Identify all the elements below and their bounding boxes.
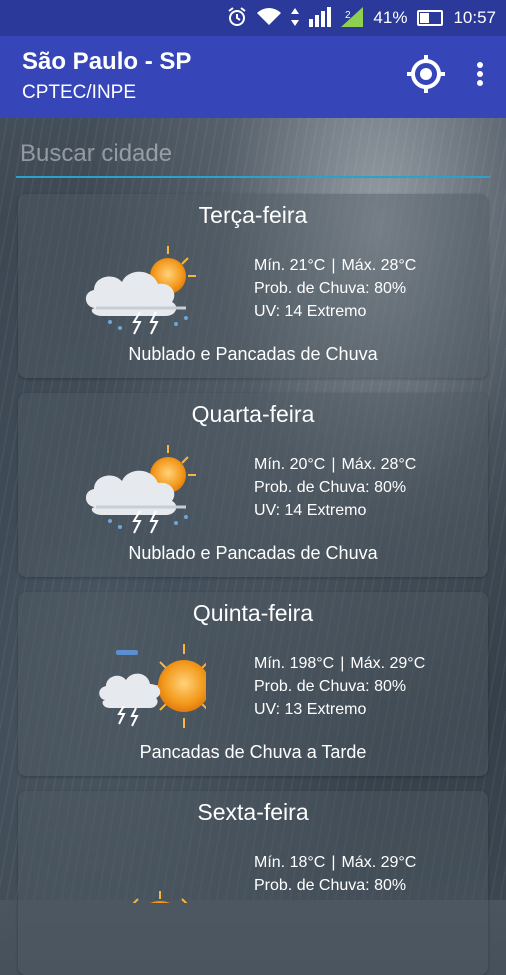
day-name: Terça-feira	[198, 202, 308, 228]
app-bar-actions	[406, 54, 484, 94]
forecast-info: Mín. 18°C | Máx. 29°C Prob. de Chuva: 80%	[254, 851, 416, 897]
signal-2g-icon: 2	[341, 6, 364, 30]
temp-separator: |	[340, 655, 345, 672]
forecast-info: Mín. 20°C | Máx. 28°C Prob. de Chuva: 80% …	[254, 453, 416, 522]
search-input[interactable]	[16, 132, 490, 178]
more-vert-icon[interactable]	[476, 61, 484, 87]
rain-probability: Prob. de Chuva: 80%	[254, 877, 407, 894]
temp-min: Mín. 21°C	[254, 257, 326, 274]
temp-range: Mín. 21°C | Máx. 28°C	[254, 254, 416, 277]
alarm-icon	[227, 6, 247, 30]
locate-icon[interactable]	[406, 54, 446, 94]
temp-min: Mín. 18°C	[254, 854, 326, 871]
app-bar: São Paulo - SP CPTEC/INPE	[0, 36, 506, 118]
signal-icon	[309, 6, 332, 30]
forecast-card[interactable]: Quarta-feira Mín. 20°C | Máx. 28°C Prob. d…	[18, 393, 488, 577]
day-name: Sexta-feira	[197, 799, 309, 825]
forecast-info: Mín. 21°C | Máx. 28°C Prob. de Chuva: 80% …	[254, 254, 416, 323]
sun-clouds-icon	[76, 843, 226, 953]
temp-separator: |	[331, 854, 336, 871]
temp-max: Máx. 28°C	[341, 257, 417, 274]
clock: 10:57	[453, 8, 496, 27]
wifi-icon	[257, 7, 282, 29]
temp-range: Mín. 198°C | Máx. 29°C	[254, 652, 425, 675]
uv-index: UV: 14 Extremo	[254, 303, 367, 320]
forecast-info: Mín. 198°C | Máx. 29°C Prob. de Chuva: 80%…	[254, 652, 425, 721]
temp-max: Máx. 29°C	[350, 655, 426, 672]
temp-range: Mín. 20°C | Máx. 28°C	[254, 453, 416, 476]
rain-probability: Prob. de Chuva: 80%	[254, 479, 407, 496]
battery-icon	[417, 10, 444, 26]
temp-max: Máx. 29°C	[341, 854, 417, 871]
svg-text:2: 2	[345, 10, 351, 21]
data-arrows-icon	[291, 7, 300, 29]
temp-separator: |	[331, 257, 336, 274]
temp-min: Mín. 198°C	[254, 655, 335, 672]
status-bar: 2 41% 10:57	[0, 0, 506, 36]
rain-probability: Prob. de Chuva: 80%	[254, 678, 407, 695]
uv-index: UV: 14 Extremo	[254, 502, 367, 519]
condition-summary: Nublado e Pancadas de Chuva	[128, 543, 378, 563]
temp-max: Máx. 28°C	[341, 456, 417, 473]
day-name: Quinta-feira	[192, 600, 314, 626]
uv-index: UV: 13 Extremo	[254, 701, 367, 718]
temp-min: Mín. 20°C	[254, 456, 326, 473]
condition-summary: Nublado e Pancadas de Chuva	[128, 344, 378, 364]
forecast-card[interactable]: Terça-feira Mín. 21°C | Máx. 28°C Prob. de…	[18, 194, 488, 378]
temp-separator: |	[331, 456, 336, 473]
sun-afternoon-storm-icon	[76, 644, 210, 739]
storm-cloud-sun-icon	[76, 246, 206, 341]
day-name: Quarta-feira	[191, 401, 315, 427]
temp-range: Mín. 18°C | Máx. 29°C	[254, 851, 416, 874]
storm-cloud-sun-icon	[76, 445, 206, 540]
battery-percent: 41%	[373, 8, 408, 27]
rain-probability: Prob. de Chuva: 80%	[254, 280, 407, 297]
forecast-card[interactable]: Sexta-feira Mín. 18°C | Máx. 29°C Prob. de…	[18, 791, 488, 975]
condition-summary: Pancadas de Chuva a Tarde	[139, 742, 367, 762]
forecast-card[interactable]: Quinta-feira Mín. 198°C | Máx. 29°C Prob. …	[18, 592, 488, 776]
